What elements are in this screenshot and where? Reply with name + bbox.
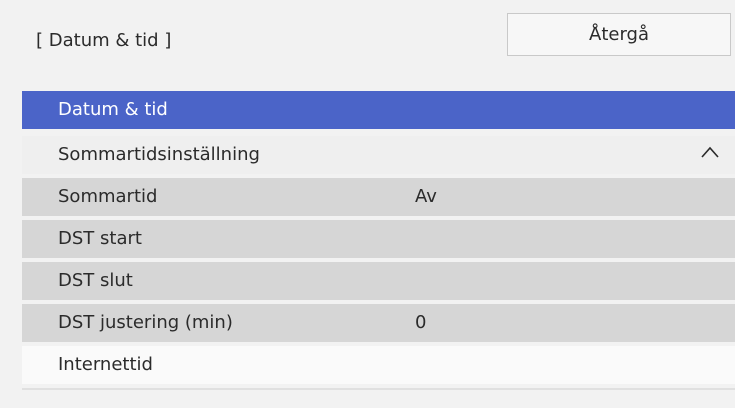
menu-item-label: Sommartidsinställning	[58, 144, 260, 165]
menu-item-daylight-saving[interactable]: Sommartid Av	[22, 178, 735, 216]
menu-item-value: Av	[415, 186, 437, 207]
menu-item-internet-time[interactable]: Internettid	[22, 346, 735, 384]
chevron-up-icon	[701, 146, 719, 158]
menu-item-label: Internettid	[58, 354, 153, 375]
menu-item-label: DST start	[58, 228, 142, 249]
date-time-settings-panel: [ Datum & tid ] Återgå Datum & tid Somma…	[0, 0, 735, 408]
menu-item-label: DST justering (min)	[58, 312, 233, 333]
menu-item-dst-adjust[interactable]: DST justering (min) 0	[22, 304, 735, 342]
header: [ Datum & tid ] Återgå	[0, 0, 735, 86]
menu-item-label: Datum & tid	[58, 99, 168, 120]
divider	[22, 388, 735, 390]
back-button[interactable]: Återgå	[507, 13, 731, 56]
page-title: [ Datum & tid ]	[36, 30, 172, 51]
menu-item-value: 0	[415, 312, 427, 333]
menu-item-label: Sommartid	[58, 186, 158, 207]
menu-item-dst-settings[interactable]: Sommartidsinställning	[22, 136, 735, 174]
menu-item-date-time[interactable]: Datum & tid	[22, 91, 735, 129]
menu-item-dst-start[interactable]: DST start	[22, 220, 735, 258]
menu-item-label: DST slut	[58, 270, 133, 291]
menu-item-dst-end[interactable]: DST slut	[22, 262, 735, 300]
